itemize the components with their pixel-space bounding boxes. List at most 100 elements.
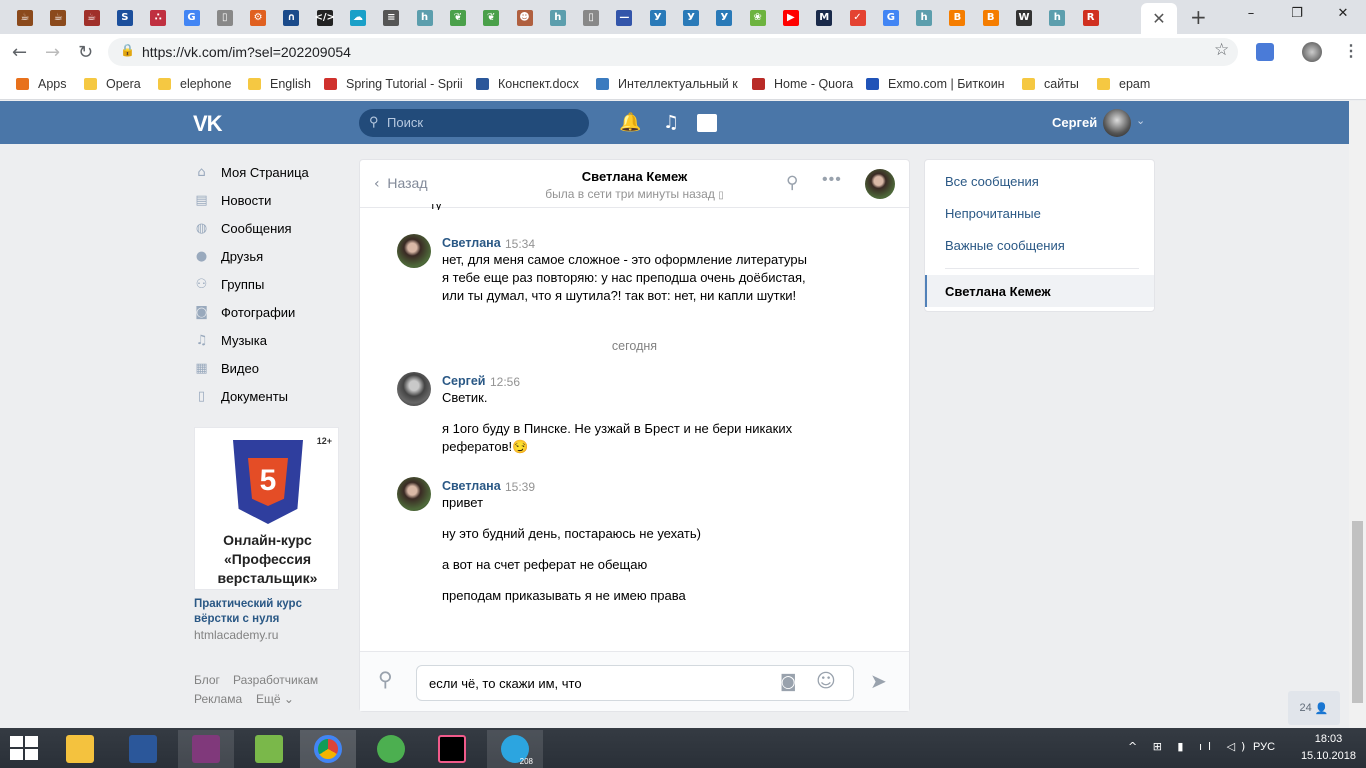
bookmark-6[interactable]: Интеллектуальный к	[596, 77, 738, 91]
tab-list[interactable]: ≡	[376, 3, 406, 32]
sidebar-item-camera[interactable]: ◙ Фотографии	[194, 302, 295, 322]
bookmark-3[interactable]: English	[248, 77, 311, 91]
tab-h[interactable]: h	[1042, 3, 1072, 32]
sender-avatar[interactable]	[397, 372, 431, 406]
tab-youtube[interactable]: ▶	[776, 3, 806, 32]
bookmark-8[interactable]: Exmo.com | Биткоин	[866, 77, 1005, 91]
new-tab-button[interactable]: +	[1190, 5, 1207, 29]
ad-domain[interactable]: htmlacademy.ru	[194, 628, 278, 642]
tab-leaf[interactable]: ❦	[443, 3, 473, 32]
profile-avatar[interactable]	[1302, 42, 1322, 62]
notepad-icon[interactable]	[241, 730, 297, 768]
camera-icon[interactable]: ◙	[780, 672, 797, 692]
sender-avatar[interactable]	[397, 477, 431, 511]
chrome-icon[interactable]	[300, 730, 356, 768]
globe-app-icon[interactable]	[363, 730, 419, 768]
url-omnibox[interactable]: 🔒 https://vk.com/im?sel=202209054	[108, 38, 1238, 66]
notifications-bell-icon[interactable]: 🔔	[619, 112, 641, 133]
bookmark-0[interactable]: Apps	[16, 77, 67, 91]
filter-all-messages[interactable]: Все сообщения	[945, 174, 1039, 189]
tab-network[interactable]: ∴	[143, 3, 173, 32]
windows-start-icon[interactable]	[10, 736, 38, 760]
emoji-icon[interactable]: ☺	[816, 670, 836, 692]
tab-page[interactable]: ▯	[210, 3, 240, 32]
sidebar-item-news[interactable]: ▤ Новости	[194, 190, 271, 210]
sidebar-item-documents[interactable]: ▯ Документы	[194, 386, 288, 406]
browser-menu-icon[interactable]: ⋮	[1343, 41, 1359, 61]
tab-code[interactable]: </>	[310, 3, 340, 32]
url-text[interactable]: https://vk.com/im?sel=202209054	[142, 44, 351, 60]
bookmark-star-icon[interactable]: ☆	[1214, 40, 1229, 60]
message-sender[interactable]: Светлана	[442, 479, 501, 493]
tab-yandex[interactable]: У	[709, 3, 739, 32]
system-tray-icons[interactable]: ^ ⊞ ▮ ıl ◁)	[1128, 740, 1251, 753]
sidebar-item-video[interactable]: ▦ Видео	[194, 358, 259, 378]
close-window-icon[interactable]: ✕	[1320, 0, 1366, 26]
bookmark-7[interactable]: Home - Quora	[752, 77, 853, 91]
tab-face[interactable]: ☻	[510, 3, 540, 32]
file-explorer-icon[interactable]	[52, 730, 108, 768]
restore-icon[interactable]: ❐	[1274, 0, 1320, 26]
chevron-down-icon[interactable]: ⌄	[1136, 114, 1145, 127]
onenote-icon[interactable]	[178, 730, 234, 768]
tab-google[interactable]: G	[876, 3, 906, 32]
sidebar-item-home[interactable]: ⌂ Моя Страница	[194, 162, 308, 182]
tab-yandex[interactable]: У	[676, 3, 706, 32]
tab-cup[interactable]: ☕	[77, 3, 107, 32]
ad-banner[interactable]: 12+ 5 Онлайн-курс «Профессия верстальщик…	[194, 427, 339, 590]
translate-extension-icon[interactable]	[1256, 43, 1274, 61]
forward-arrow-icon[interactable]: →	[45, 42, 60, 63]
sender-avatar[interactable]	[397, 234, 431, 268]
tab-google[interactable]: G	[177, 3, 207, 32]
tab-check[interactable]: ✓	[843, 3, 873, 32]
tab-archlinux[interactable]: ∩	[276, 3, 306, 32]
footer-link-more[interactable]: Ещё ⌄	[256, 692, 294, 706]
back-arrow-icon[interactable]: ←	[12, 42, 27, 63]
online-friends-counter[interactable]: 24 👤	[1288, 691, 1340, 725]
tab-coffee[interactable]: ☕	[10, 3, 40, 32]
tab-page[interactable]: ▯	[576, 3, 606, 32]
music-note-icon[interactable]: ♫	[663, 112, 679, 133]
footer-link-blog[interactable]: Блог	[194, 673, 220, 687]
active-tab-close[interactable]: ✕	[1141, 3, 1177, 34]
tab-dash[interactable]: —	[609, 3, 639, 32]
word-icon[interactable]	[115, 730, 171, 768]
ad-title[interactable]: Практический курс вёрстки с нуля	[194, 597, 344, 627]
filter-important[interactable]: Важные сообщения	[945, 238, 1065, 253]
clock[interactable]: 18:03 15.10.2018	[1301, 731, 1356, 765]
bookmark-2[interactable]: elephone	[158, 77, 231, 91]
tab-blogger[interactable]: B	[942, 3, 972, 32]
bookmark-5[interactable]: Конспект.docx	[476, 77, 579, 91]
footer-link-developers[interactable]: Разработчикам	[233, 673, 318, 687]
header-user-name[interactable]: Сергей	[1052, 115, 1097, 130]
footer-link-ads[interactable]: Реклама	[194, 692, 242, 706]
tab-cloud[interactable]: ☁	[343, 3, 373, 32]
tab-h[interactable]: h	[909, 3, 939, 32]
sidebar-item-friends[interactable]: ● Друзья	[194, 246, 263, 266]
attach-paperclip-icon[interactable]: ⚲	[378, 667, 393, 691]
more-options-icon[interactable]: •••	[822, 171, 842, 189]
page-scrollbar[interactable]	[1349, 101, 1366, 728]
bookmark-4[interactable]: Spring Tutorial - Sprii	[324, 77, 463, 91]
tab-leaf[interactable]: ❦	[476, 3, 506, 32]
selected-conversation[interactable]: Светлана Кемеж	[925, 275, 1154, 307]
header-avatar[interactable]	[1103, 109, 1131, 137]
search-input[interactable]: ⚲ Поиск	[359, 109, 589, 137]
tab-wikipedia[interactable]: W	[1009, 3, 1039, 32]
language-indicator[interactable]: РУС	[1253, 741, 1275, 753]
minimize-icon[interactable]: –	[1228, 0, 1274, 26]
message-sender[interactable]: Светлана	[442, 236, 501, 250]
scrollbar-thumb[interactable]	[1352, 521, 1363, 703]
bookmark-10[interactable]: epam	[1097, 77, 1150, 91]
chat-search-icon[interactable]: ⚲	[786, 173, 798, 193]
sidebar-item-music[interactable]: ♫ Музыка	[194, 330, 267, 350]
tab-r[interactable]: R	[1076, 3, 1106, 32]
sidebar-item-messages[interactable]: ◍ Сообщения	[194, 218, 292, 238]
tab-sqlru[interactable]: S	[110, 3, 140, 32]
tab-m[interactable]: M	[809, 3, 839, 32]
reload-icon[interactable]: ↻	[78, 42, 93, 63]
telegram-icon[interactable]: 208	[487, 730, 543, 768]
tab-blogger[interactable]: B	[976, 3, 1006, 32]
tab-spring[interactable]: ❀	[743, 3, 773, 32]
chat-partner-avatar[interactable]	[865, 169, 895, 199]
